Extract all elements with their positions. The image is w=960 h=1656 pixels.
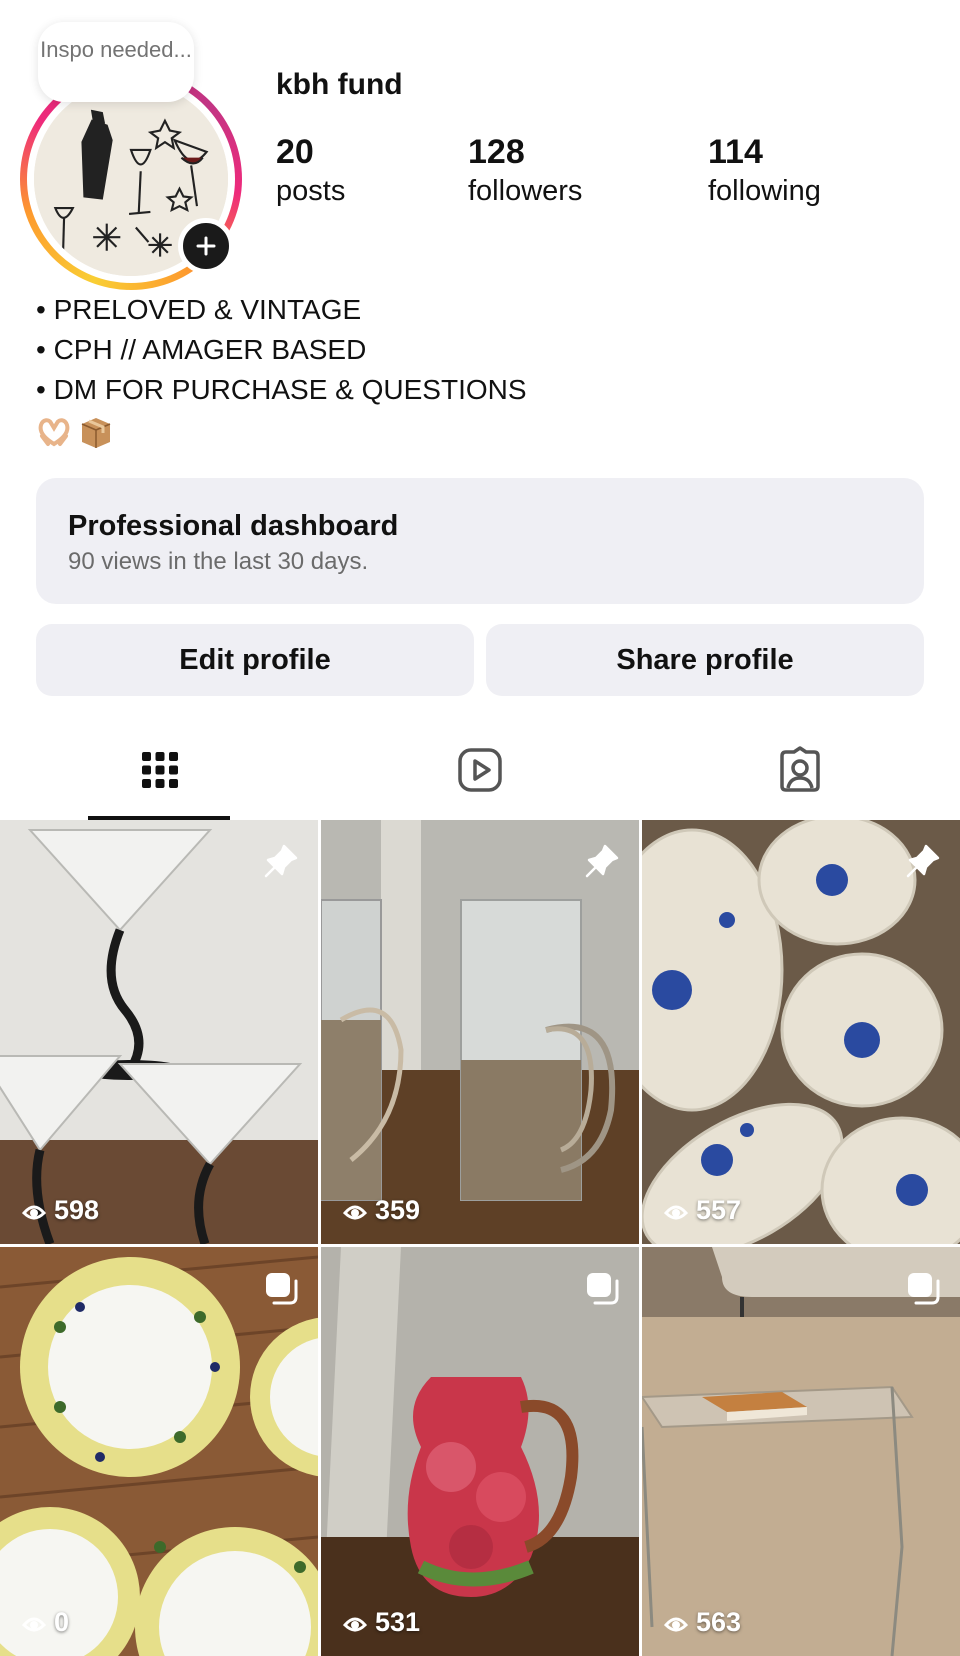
view-count: 557: [662, 1195, 741, 1226]
view-count-value: 0: [54, 1607, 70, 1637]
view-count: 359: [341, 1195, 420, 1226]
view-count: 0: [20, 1607, 69, 1638]
stat-value: 20: [276, 133, 314, 171]
view-count-value: 598: [54, 1195, 100, 1225]
post-tile[interactable]: 0: [0, 1247, 318, 1656]
tagged-icon: [780, 746, 820, 792]
post-tile[interactable]: 598: [0, 820, 318, 1244]
username: kbh fund: [276, 68, 403, 101]
view-count-value: 531: [375, 1607, 421, 1637]
dashboard-subtitle: 90 views in the last 30 days.: [68, 548, 369, 575]
view-count-value: 359: [375, 1195, 421, 1225]
carousel-icon: [587, 1273, 619, 1305]
post-tile[interactable]: 359: [321, 820, 639, 1244]
professional-dashboard[interactable]: Professional dashboard 90 views in the l…: [36, 478, 924, 604]
stat-posts[interactable]: 20 posts: [276, 132, 345, 210]
view-count-value: 563: [696, 1607, 742, 1637]
post-image: [0, 820, 318, 1244]
share-profile-button[interactable]: Share profile: [486, 624, 924, 696]
post-image: [642, 820, 960, 1244]
package-icon: [78, 414, 114, 450]
carousel-icon: [266, 1273, 298, 1305]
views-icon: [21, 1617, 47, 1631]
stat-label: following: [708, 175, 821, 207]
bio-line: • PRELOVED & VINTAGE: [36, 294, 362, 325]
note-text: Inspo needed...: [40, 37, 192, 62]
views-icon: [663, 1205, 689, 1219]
view-count-value: 557: [696, 1195, 742, 1225]
stat-followers[interactable]: 128 followers: [468, 132, 582, 210]
edit-profile-button[interactable]: Edit profile: [36, 624, 474, 696]
tab-reels[interactable]: [320, 720, 640, 820]
tab-posts[interactable]: [0, 720, 320, 820]
profile-tabs: [0, 720, 960, 820]
views-icon: [342, 1617, 368, 1631]
bio-line: • DM FOR PURCHASE & QUESTIONS: [36, 374, 527, 405]
profile-note[interactable]: Inspo needed...: [38, 22, 194, 102]
add-story-button[interactable]: [178, 218, 234, 274]
stat-value: 128: [468, 133, 525, 171]
post-image: [321, 1247, 639, 1656]
grid-icon: [142, 752, 178, 788]
carousel-icon: [908, 1273, 940, 1305]
views-icon: [21, 1205, 47, 1219]
bio: • PRELOVED & VINTAGE • CPH // AMAGER BAS…: [36, 290, 527, 452]
pin-icon: [906, 844, 940, 878]
stat-following[interactable]: 114 following: [708, 132, 821, 210]
stat-label: followers: [468, 175, 583, 207]
pin-icon: [264, 844, 298, 878]
heart-hands-icon: [36, 414, 72, 450]
pin-icon: [585, 844, 619, 878]
post-tile[interactable]: 531: [321, 1247, 639, 1656]
view-count: 563: [662, 1607, 741, 1638]
tab-tagged[interactable]: [640, 720, 960, 820]
views-icon: [663, 1617, 689, 1631]
post-image: [0, 1247, 318, 1656]
profile-header: Inspo needed... kbh fund 20 posts 128 fo…: [0, 0, 960, 460]
view-count: 598: [20, 1195, 99, 1226]
stat-value: 114: [708, 133, 763, 171]
reels-icon: [458, 748, 502, 792]
post-tile[interactable]: 557: [642, 820, 960, 1244]
bio-line: • CPH // AMAGER BASED: [36, 334, 367, 365]
view-count: 531: [341, 1607, 420, 1638]
views-icon: [342, 1205, 368, 1219]
post-image: [642, 1247, 960, 1656]
dashboard-title: Professional dashboard: [68, 510, 399, 542]
posts-grid: 598 359 557 0 531 563: [0, 820, 960, 1656]
plus-icon: [196, 236, 216, 256]
stat-label: posts: [276, 175, 346, 207]
post-image: [321, 820, 639, 1244]
post-tile[interactable]: 563: [642, 1247, 960, 1656]
